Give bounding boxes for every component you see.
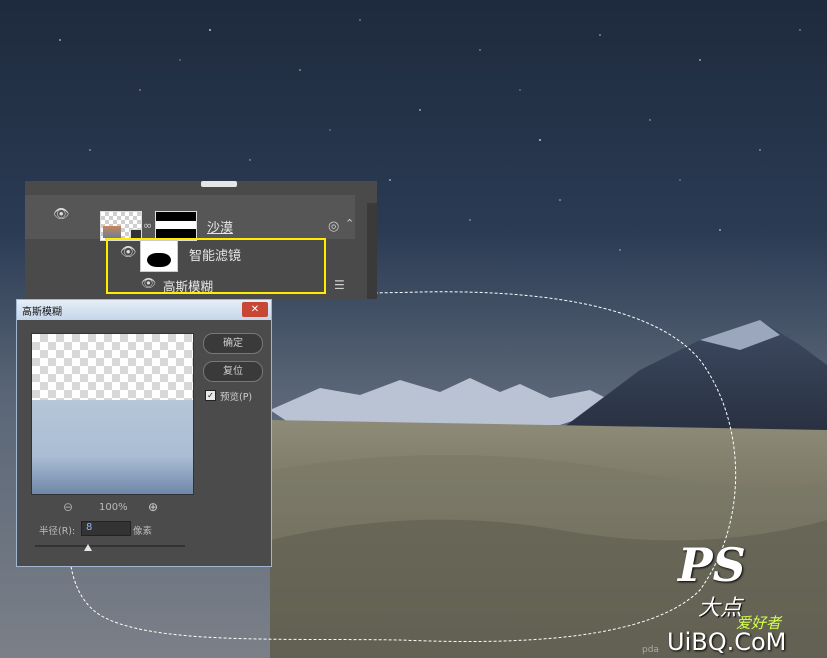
smart-filter-icon: ◎ xyxy=(328,219,340,234)
slider-knob[interactable] xyxy=(83,544,92,551)
radius-input[interactable]: 8 xyxy=(81,521,131,536)
panel-drag-handle[interactable] xyxy=(201,181,237,187)
smart-filters-eye-icon[interactable]: 👁 xyxy=(120,245,137,260)
layer-name[interactable]: 沙漠 xyxy=(207,217,233,236)
radius-slider[interactable] xyxy=(35,544,185,551)
close-button[interactable]: ✕ xyxy=(242,302,268,317)
thumbnail-image xyxy=(103,226,121,238)
layer-mask-thumbnail[interactable] xyxy=(155,211,197,241)
link-chain-icon[interactable]: ∞ xyxy=(143,219,152,232)
panel-scrollbar[interactable] xyxy=(367,203,377,299)
filter-blending-options-icon[interactable]: ☰ xyxy=(334,278,345,292)
filter-item-gaussian-blur[interactable]: 高斯模糊 xyxy=(163,276,213,295)
dialog-titlebar[interactable]: 高斯模糊 ✕ xyxy=(17,300,271,320)
smart-filter-mask-thumbnail[interactable] xyxy=(140,240,178,272)
preview-image xyxy=(32,400,193,494)
collapse-arrow-icon[interactable]: ⌃ xyxy=(345,217,354,230)
zoom-in-icon[interactable]: ⊕ xyxy=(148,500,158,514)
gaussian-blur-dialog: 高斯模糊 ✕ ⊖ 100% ⊕ 半径(R): 8 像素 确定 复位 ✓ 预览(P… xyxy=(16,299,272,567)
smart-object-thumbnail[interactable] xyxy=(100,211,142,241)
watermark-site-prefix: pda xyxy=(642,645,659,655)
zoom-out-icon[interactable]: ⊖ xyxy=(63,500,73,514)
ok-button[interactable]: 确定 xyxy=(203,333,263,354)
watermark-ps: PS xyxy=(678,538,746,592)
layers-panel: 👁 ∞ 沙漠 ◎ ⌃ 👁 智能滤镜 👁 高斯模糊 ☰ xyxy=(25,181,377,299)
watermark-site: UiBQ.CoM xyxy=(667,628,787,656)
radius-label: 半径(R): xyxy=(39,526,76,537)
watermark: PS 大点 爱好者 UiBQ.CoM xyxy=(667,536,822,656)
dialog-title: 高斯模糊 xyxy=(22,307,62,318)
filter-eye-icon[interactable]: 👁 xyxy=(141,276,156,290)
zoom-level: 100% xyxy=(99,502,128,513)
eye-icon[interactable]: 👁 xyxy=(53,207,70,222)
preview-area[interactable] xyxy=(31,333,194,495)
reset-button[interactable]: 复位 xyxy=(203,361,263,382)
smart-filters-label[interactable]: 智能滤镜 xyxy=(189,245,241,264)
layer-row-desert[interactable]: 👁 ∞ 沙漠 ◎ ⌃ xyxy=(25,195,355,241)
radius-unit: 像素 xyxy=(133,526,153,537)
preview-checkbox[interactable]: ✓ xyxy=(205,390,216,401)
preview-checkbox-label[interactable]: 预览(P) xyxy=(220,389,252,403)
